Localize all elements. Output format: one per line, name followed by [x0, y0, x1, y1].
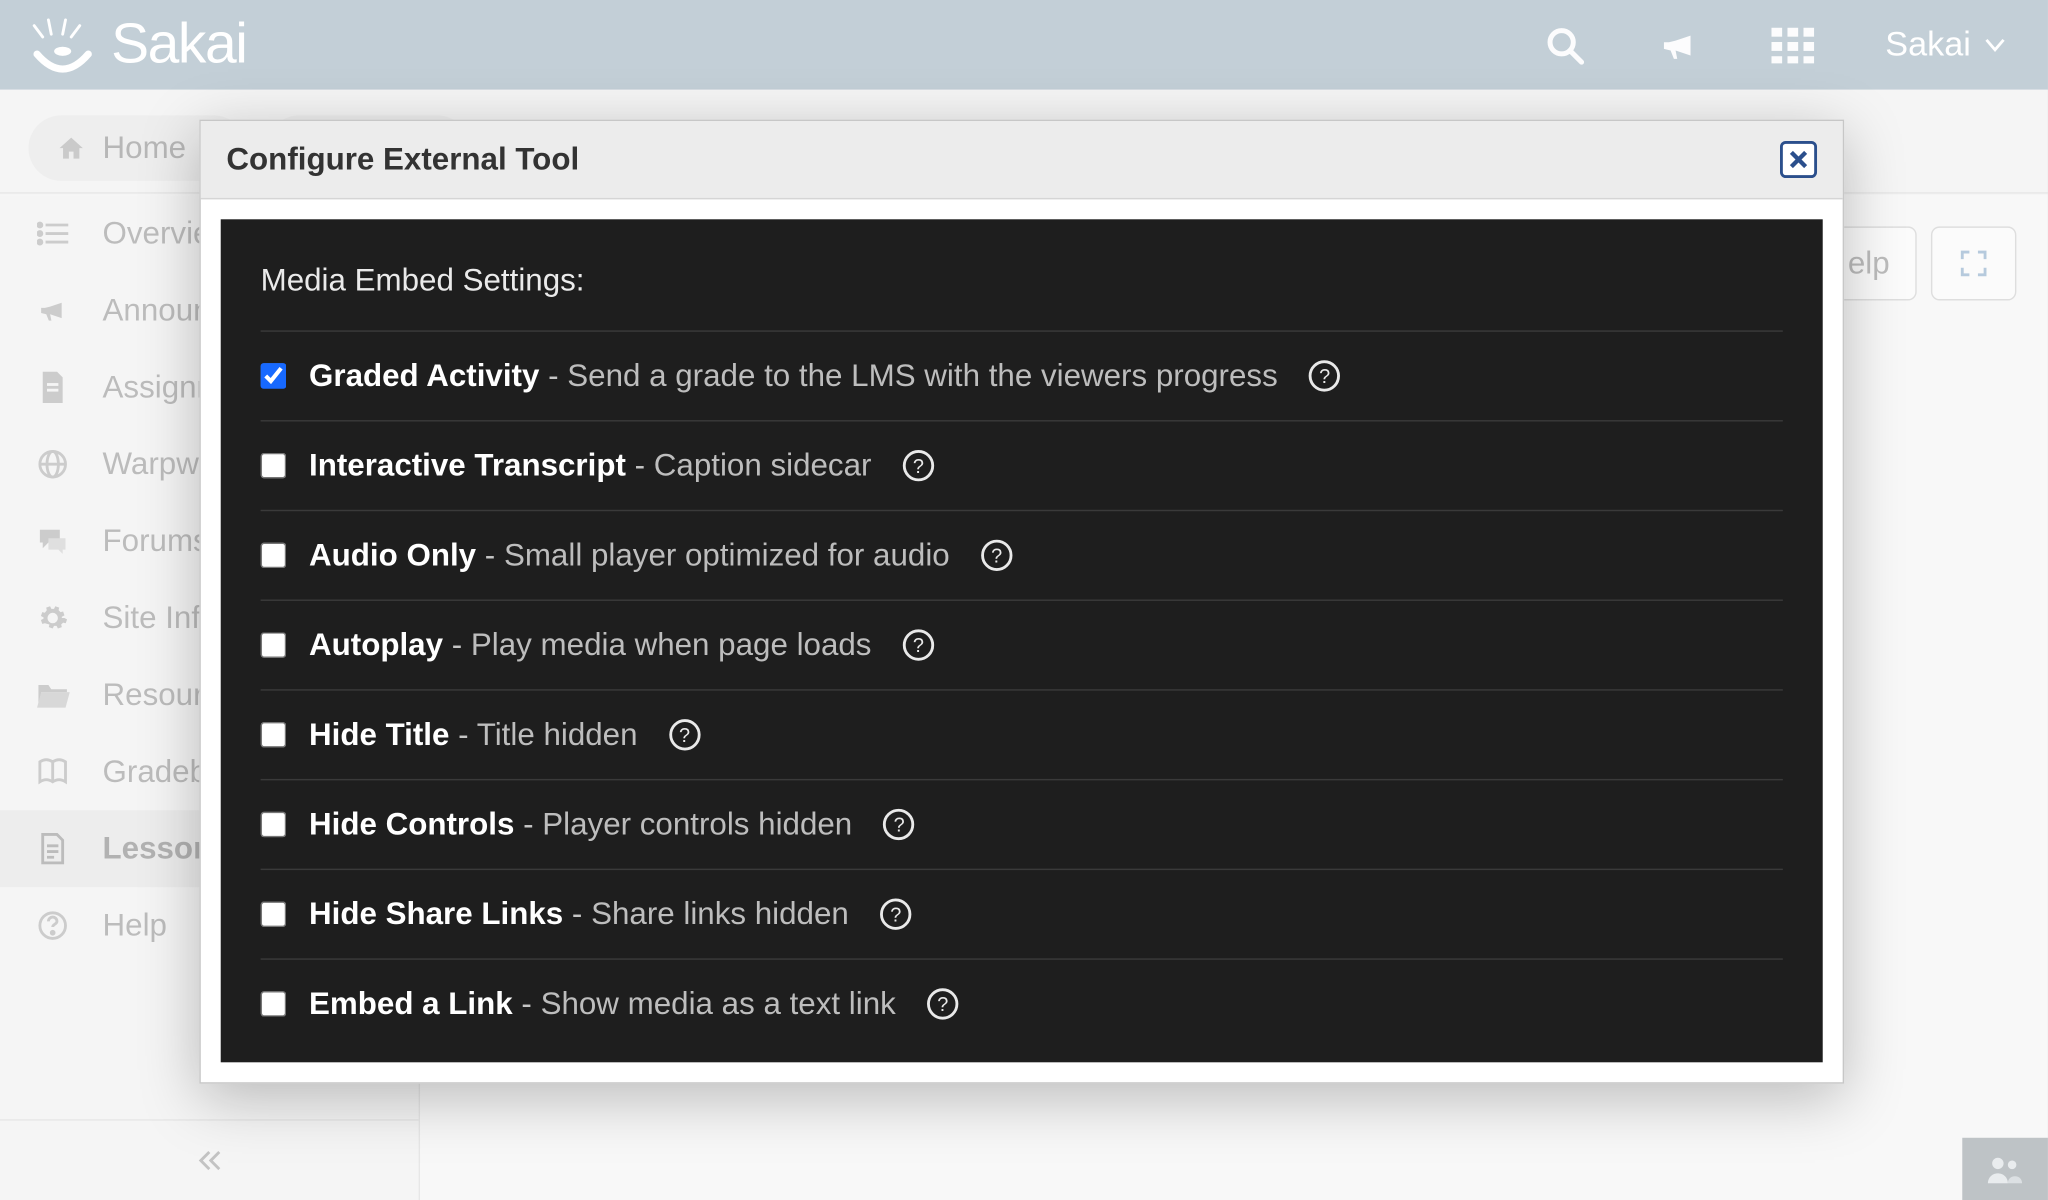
option-label: Autoplay [309, 627, 443, 663]
checkbox-graded-activity[interactable] [261, 363, 287, 389]
option-desc: Caption sidecar [654, 447, 872, 483]
help-icon[interactable]: ? [903, 450, 934, 481]
help-icon[interactable]: ? [981, 540, 1012, 571]
option-hide-title: Hide Title - Title hidden ? [261, 689, 1783, 779]
option-desc: Share links hidden [591, 896, 849, 932]
settings-panel: Media Embed Settings: Graded Activity - … [221, 219, 1823, 1062]
close-icon [1789, 150, 1809, 170]
checkbox-autoplay[interactable] [261, 632, 287, 658]
option-desc: Small player optimized for audio [504, 537, 950, 573]
checkbox-hide-controls[interactable] [261, 812, 287, 838]
help-icon[interactable]: ? [669, 719, 700, 750]
help-icon[interactable]: ? [1309, 360, 1340, 391]
settings-panel-title: Media Embed Settings: [261, 262, 1783, 299]
checkbox-hide-title[interactable] [261, 722, 287, 748]
option-hide-controls: Hide Controls - Player controls hidden ? [261, 779, 1783, 869]
option-desc: Title hidden [477, 716, 638, 752]
help-icon[interactable]: ? [903, 629, 934, 660]
modal-title: Configure External Tool [226, 141, 579, 178]
modal-header: Configure External Tool [201, 121, 1843, 199]
option-embed-link: Embed a Link - Show media as a text link… [261, 958, 1783, 1048]
help-icon[interactable]: ? [927, 988, 958, 1019]
modal: Configure External Tool Media Embed Sett… [199, 120, 1844, 1084]
option-desc: Play media when page loads [471, 627, 872, 663]
option-interactive-transcript: Interactive Transcript - Caption sidecar… [261, 420, 1783, 510]
option-hide-share-links: Hide Share Links - Share links hidden ? [261, 869, 1783, 959]
checkbox-embed-link[interactable] [261, 991, 287, 1017]
option-label: Audio Only [309, 537, 476, 573]
option-label: Hide Controls [309, 806, 514, 842]
modal-close-button[interactable] [1780, 141, 1817, 178]
option-label: Hide Title [309, 716, 449, 752]
option-label: Graded Activity [309, 357, 539, 393]
option-desc: Send a grade to the LMS with the viewers… [567, 357, 1277, 393]
option-desc: Show media as a text link [541, 985, 896, 1021]
checkbox-audio-only[interactable] [261, 543, 287, 569]
option-label: Embed a Link [309, 985, 513, 1021]
option-desc: Player controls hidden [542, 806, 852, 842]
help-icon[interactable]: ? [880, 899, 911, 930]
option-label: Hide Share Links [309, 896, 563, 932]
option-graded-activity: Graded Activity - Send a grade to the LM… [261, 330, 1783, 420]
option-autoplay: Autoplay - Play media when page loads ? [261, 600, 1783, 690]
help-icon[interactable]: ? [884, 809, 915, 840]
option-audio-only: Audio Only - Small player optimized for … [261, 510, 1783, 600]
option-label: Interactive Transcript [309, 447, 626, 483]
checkbox-interactive-transcript[interactable] [261, 453, 287, 479]
checkbox-hide-share-links[interactable] [261, 901, 287, 927]
